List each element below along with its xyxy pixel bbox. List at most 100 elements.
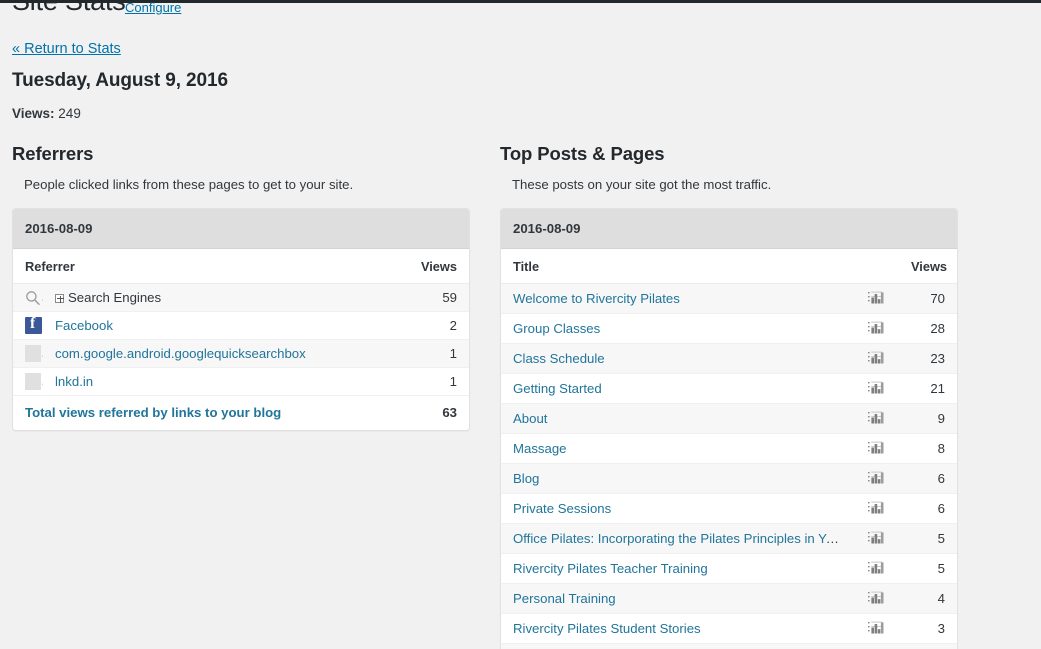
- configure-link[interactable]: Configure: [125, 0, 181, 15]
- bar-chart-icon[interactable]: [867, 499, 885, 518]
- post-chart-cell: [853, 643, 899, 649]
- top-posts-header-row: Title Views: [501, 249, 957, 284]
- bar-chart-icon[interactable]: [867, 409, 885, 428]
- post-views: 9: [899, 403, 957, 434]
- top-posts-col-views: Views: [899, 249, 957, 284]
- bar-chart-icon[interactable]: [867, 439, 885, 458]
- post-title-link[interactable]: Getting Started: [513, 381, 602, 396]
- table-row: About 9: [501, 403, 957, 434]
- referrer-name-cell: com.google.android.googlequicksearchbox: [43, 339, 399, 368]
- post-views: 21: [899, 373, 957, 404]
- post-title-link[interactable]: Private Sessions: [513, 501, 611, 516]
- post-views: 6: [899, 463, 957, 494]
- post-title-cell: Class Schedule: [501, 343, 853, 374]
- table-row: Private Sessions 6: [501, 493, 957, 524]
- top-posts-description: These posts on your site got the most tr…: [512, 177, 772, 192]
- referrer-icon-cell: [13, 367, 43, 396]
- table-row: Blog 6: [501, 463, 957, 494]
- bar-chart-icon[interactable]: [867, 589, 885, 608]
- bar-chart-icon[interactable]: [867, 559, 885, 578]
- post-title-cell: Blog: [501, 463, 853, 494]
- post-title-cell: Office Pilates: Incorporating the Pilate…: [501, 523, 853, 554]
- post-title-cell: About: [501, 403, 853, 434]
- bar-chart-icon[interactable]: [867, 529, 885, 548]
- referrers-total-cell: Total views referred by links to your bl…: [13, 394, 399, 430]
- table-row: Facebook 2: [13, 311, 469, 340]
- post-views: 3: [899, 613, 957, 644]
- referrer-link[interactable]: lnkd.in: [55, 374, 93, 389]
- post-chart-cell: [853, 553, 899, 584]
- referrer-icon-cell: [13, 311, 43, 340]
- post-title-cell: Personal Training: [501, 583, 853, 614]
- post-title-link[interactable]: Blog: [513, 471, 539, 486]
- referrer-views: 59: [399, 283, 469, 312]
- bar-chart-icon[interactable]: [867, 319, 885, 338]
- bar-chart-icon[interactable]: [867, 349, 885, 368]
- post-title-link[interactable]: Massage: [513, 441, 567, 456]
- referrer-name-cell: lnkd.in: [43, 367, 399, 396]
- post-views: 23: [899, 343, 957, 374]
- table-row: Personal Training 4: [501, 583, 957, 614]
- post-title-link[interactable]: Class Schedule: [513, 351, 605, 366]
- table-row: Welcome to Rivercity Pilates 70: [501, 283, 957, 314]
- bar-chart-icon[interactable]: [867, 289, 885, 308]
- post-views: 28: [899, 313, 957, 344]
- referrers-table: Referrer Views Search Engines 59 Facebook 2…: [13, 249, 469, 430]
- post-title-cell: Schedule Ahead Rewards Program: [501, 643, 853, 649]
- views-label: Views:: [12, 106, 55, 121]
- post-title-link[interactable]: Personal Training: [513, 591, 616, 606]
- referrer-label: Search Engines: [68, 289, 162, 305]
- post-title-link[interactable]: About: [513, 411, 547, 426]
- table-row: Class Schedule 23: [501, 343, 957, 374]
- table-row: Rivercity Pilates Student Stories 3: [501, 613, 957, 644]
- referrer-link[interactable]: Facebook: [55, 318, 113, 333]
- post-chart-cell: [853, 463, 899, 494]
- referrers-section-title: Referrers: [12, 143, 94, 164]
- referrers-total-link[interactable]: Total views referred by links to your bl…: [25, 405, 281, 420]
- top-posts-col-title: Title: [501, 249, 853, 284]
- post-chart-cell: [853, 493, 899, 524]
- post-chart-cell: [853, 523, 899, 554]
- post-title-link[interactable]: Rivercity Pilates Teacher Training: [513, 561, 708, 576]
- post-chart-cell: [853, 313, 899, 344]
- post-title-cell: Private Sessions: [501, 493, 853, 524]
- post-views: 8: [899, 433, 957, 464]
- post-views: 70: [899, 283, 957, 314]
- referrers-total-row: Total views referred by links to your bl…: [13, 394, 469, 430]
- post-title-link[interactable]: Group Classes: [513, 321, 600, 336]
- bar-chart-icon[interactable]: [867, 379, 885, 398]
- table-row: Getting Started 21: [501, 373, 957, 404]
- search-icon: [25, 290, 41, 306]
- table-row: Group Classes 28: [501, 313, 957, 344]
- facebook-icon: [25, 315, 42, 334]
- bar-chart-icon[interactable]: [867, 619, 885, 638]
- post-title-cell: Group Classes: [501, 313, 853, 344]
- referrers-card-date: 2016-08-09: [13, 209, 469, 249]
- return-to-stats-link[interactable]: « Return to Stats: [12, 41, 121, 57]
- table-row: Rivercity Pilates Teacher Training 5: [501, 553, 957, 584]
- post-chart-cell: [853, 433, 899, 464]
- post-chart-cell: [853, 403, 899, 434]
- post-title-cell: Massage: [501, 433, 853, 464]
- post-title-link[interactable]: Rivercity Pilates Student Stories: [513, 621, 701, 636]
- post-title-cell: Rivercity Pilates Student Stories: [501, 613, 853, 644]
- post-chart-cell: [853, 343, 899, 374]
- referrer-views: 2: [399, 311, 469, 340]
- table-row: Schedule Ahead Rewards Program 3: [501, 643, 957, 649]
- site-stats-page: Site Stats Configure « Return to Stats T…: [0, 0, 1041, 649]
- post-title-cell: Rivercity Pilates Teacher Training: [501, 553, 853, 584]
- bar-chart-icon[interactable]: [867, 469, 885, 488]
- expand-icon[interactable]: [55, 293, 64, 303]
- views-value: 249: [58, 106, 81, 121]
- post-title-link[interactable]: Welcome to Rivercity Pilates: [513, 291, 680, 306]
- top-posts-col-chart: [853, 249, 899, 284]
- table-row: Massage 8: [501, 433, 957, 464]
- table-row: com.google.android.googlequicksearchbox 1: [13, 339, 469, 368]
- table-row: lnkd.in 1: [13, 367, 469, 396]
- referrers-total-views: 63: [399, 394, 469, 430]
- referrer-name-cell: Facebook: [43, 311, 399, 340]
- post-title-link[interactable]: Office Pilates: Incorporating the Pilate…: [513, 531, 853, 546]
- referrer-link[interactable]: com.google.android.googlequicksearchbox: [55, 346, 306, 361]
- referrer-icon-cell: [13, 339, 43, 368]
- referrers-col-views: Views: [399, 249, 469, 284]
